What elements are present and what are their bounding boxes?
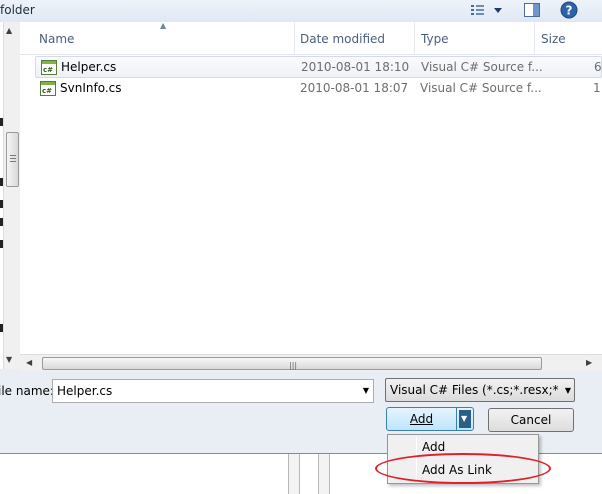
add-split-button[interactable]: Add ▼ bbox=[386, 407, 474, 431]
csharp-file-icon: c# bbox=[40, 81, 56, 96]
file-date: 2010-08-01 18:07 bbox=[300, 81, 409, 95]
breadcrumb: folder bbox=[0, 3, 35, 17]
file-row[interactable]: c# SvnInfo.cs 2010-08-01 18:07 Visual C#… bbox=[35, 78, 602, 100]
file-name: SvnInfo.cs bbox=[60, 81, 122, 95]
file-type-filter-value: Visual C# Files (*.cs;*.resx;*.setti bbox=[390, 383, 558, 397]
highlight-ellipse bbox=[375, 453, 551, 484]
column-type[interactable]: Type bbox=[421, 32, 449, 46]
add-existing-item-dialog: folder ? ▲ ▼ ▲ Name Date modified Type S… bbox=[0, 0, 602, 453]
sort-caret-icon: ▲ bbox=[160, 21, 167, 30]
help-icon[interactable]: ? bbox=[560, 0, 578, 20]
svg-text:c#: c# bbox=[43, 66, 53, 74]
views-icon[interactable] bbox=[468, 0, 508, 20]
horizontal-scrollbar[interactable]: ◀ ||| ▶ bbox=[20, 354, 602, 371]
scroll-left-icon[interactable]: ◀ bbox=[26, 358, 32, 367]
column-size[interactable]: Size bbox=[541, 32, 566, 46]
add-button[interactable]: Add bbox=[387, 408, 457, 430]
scroll-right-icon[interactable]: ▶ bbox=[586, 358, 592, 367]
file-size: 1 bbox=[593, 81, 601, 95]
chevron-down-icon[interactable]: ▼ bbox=[363, 386, 369, 395]
file-name-label: ile name: bbox=[0, 384, 54, 398]
column-header-row: ▲ Name Date modified Type Size bbox=[20, 21, 602, 55]
file-type-filter-select[interactable]: Visual C# Files (*.cs;*.resx;*.setti ▼ bbox=[385, 378, 575, 402]
file-name-input[interactable] bbox=[57, 383, 347, 399]
chevron-down-icon: ▼ bbox=[461, 414, 468, 423]
column-date-modified[interactable]: Date modified bbox=[300, 32, 385, 46]
svg-text:?: ? bbox=[566, 4, 573, 18]
add-dropdown-arrow[interactable]: ▼ bbox=[459, 410, 471, 428]
svg-text:c#: c# bbox=[42, 87, 52, 95]
column-name[interactable]: Name bbox=[39, 32, 74, 46]
file-name: Helper.cs bbox=[61, 60, 117, 74]
navigation-scrollbar[interactable]: ▲ ▼ bbox=[3, 22, 20, 369]
cancel-button[interactable]: Cancel bbox=[488, 408, 574, 432]
scroll-down-icon[interactable]: ▼ bbox=[6, 355, 12, 364]
scrollbar-thumb[interactable] bbox=[6, 132, 19, 187]
file-list: ▲ Name Date modified Type Size c# Helper… bbox=[20, 21, 602, 354]
file-size: 6 bbox=[594, 60, 602, 74]
scroll-up-icon[interactable]: ▲ bbox=[6, 26, 12, 35]
file-type: Visual C# Source f... bbox=[421, 60, 543, 74]
preview-pane-icon[interactable] bbox=[522, 0, 542, 20]
toolbar: folder ? bbox=[0, 0, 602, 22]
file-row[interactable]: c# Helper.cs 2010-08-01 18:10 Visual C# … bbox=[35, 56, 602, 78]
file-name-combobox[interactable]: ▼ bbox=[52, 379, 374, 403]
scrollbar-thumb[interactable]: ||| bbox=[42, 357, 542, 370]
file-type: Visual C# Source f... bbox=[420, 81, 542, 95]
chevron-down-icon: ▼ bbox=[564, 386, 571, 395]
csharp-file-icon: c# bbox=[41, 60, 57, 75]
file-date: 2010-08-01 18:10 bbox=[301, 60, 410, 74]
